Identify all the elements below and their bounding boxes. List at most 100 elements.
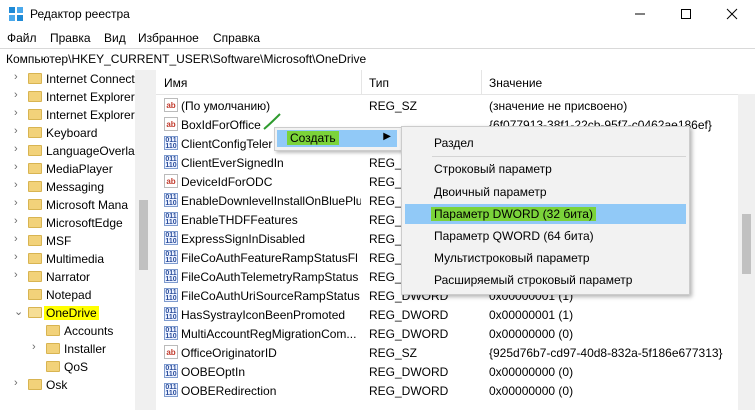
tree-item[interactable]: › Internet Connect xyxy=(0,70,135,88)
binary-value-icon: 011 110 xyxy=(164,383,178,397)
list-scrollbar-thumb[interactable] xyxy=(742,214,751,274)
collapsed-chevron-icon[interactable]: › xyxy=(14,251,18,263)
value-row[interactable]: ab (По умолчанию) REG_SZ (значение не присв… xyxy=(156,96,755,115)
column-divider[interactable] xyxy=(481,70,482,94)
minimize-button[interactable] xyxy=(617,0,663,28)
submenu-item[interactable]: Раздел xyxy=(405,133,686,153)
menu-file[interactable]: Файл xyxy=(7,31,37,45)
value-row[interactable]: 011 110 OOBEOptIn REG_DWORD 0x00000000 (0) xyxy=(156,362,755,381)
collapsed-chevron-icon[interactable]: › xyxy=(14,377,18,389)
collapsed-chevron-icon[interactable]: › xyxy=(14,161,18,173)
submenu-item[interactable]: Расширяемый строковый параметр xyxy=(405,270,686,290)
key-tree[interactable]: › Internet Connect › Internet Explorer › Inte… xyxy=(0,70,150,410)
list-header: Имя Тип Значение xyxy=(156,70,755,95)
collapsed-chevron-icon[interactable]: › xyxy=(14,197,18,209)
tree-item[interactable]: › Microsoft Mana xyxy=(0,196,135,214)
binary-value-icon: 011 110 xyxy=(164,212,178,226)
collapsed-chevron-icon[interactable]: › xyxy=(14,125,18,137)
column-name[interactable]: Имя xyxy=(164,76,187,90)
tree-item[interactable]: › LanguageOverla xyxy=(0,142,135,160)
tree-item[interactable]: › Narrator xyxy=(0,268,135,286)
tree-item[interactable]: QoS xyxy=(0,358,135,376)
collapsed-chevron-icon[interactable]: › xyxy=(14,215,18,227)
tree-item[interactable]: › MediaPlayer xyxy=(0,160,135,178)
binary-value-icon: 011 110 xyxy=(164,136,178,150)
string-value-icon: ab xyxy=(164,345,178,359)
value-name: FileCoAuthTelemetryRampStatus xyxy=(181,270,359,284)
value-row[interactable]: ab OfficeOriginatorID REG_SZ {925d76b7-cd97… xyxy=(156,343,755,362)
tree-item-label: MSF xyxy=(46,234,72,248)
menu-view[interactable]: Вид xyxy=(104,31,126,45)
create-submenu: Раздел Строковый параметр Двоичный парамет… xyxy=(401,126,690,295)
tree-item[interactable]: › Internet Explorer xyxy=(0,106,135,124)
submenu-item[interactable]: Двоичный параметр xyxy=(405,182,686,202)
tree-item[interactable]: Notepad xyxy=(0,286,135,304)
collapsed-chevron-icon[interactable]: › xyxy=(14,269,18,281)
column-value[interactable]: Значение xyxy=(489,76,542,90)
folder-icon xyxy=(28,91,42,102)
collapsed-chevron-icon[interactable]: › xyxy=(32,341,36,353)
menu-bar: Файл Правка Вид Избранное Справка xyxy=(0,28,755,48)
value-type: REG_SZ xyxy=(369,346,418,360)
tree-item[interactable]: › MSF xyxy=(0,232,135,250)
address-path[interactable]: Компьютер\HKEY_CURRENT_USER\Software\Mic… xyxy=(6,52,366,66)
value-row[interactable]: 011 110 MultiAccountRegMigrationCom... REG… xyxy=(156,324,755,343)
tree-scrollbar[interactable] xyxy=(135,70,152,410)
folder-icon xyxy=(46,343,60,354)
binary-value-icon: 011 110 xyxy=(164,231,178,245)
collapsed-chevron-icon[interactable]: › xyxy=(14,233,18,245)
collapsed-chevron-icon[interactable]: › xyxy=(14,143,18,155)
folder-icon xyxy=(28,73,42,84)
string-value-icon: ab xyxy=(164,174,178,188)
tree-item[interactable]: › Osk xyxy=(0,376,135,394)
tree-item[interactable]: › Internet Explorer xyxy=(0,88,135,106)
binary-value-icon: 011 110 xyxy=(164,155,178,169)
submenu-item[interactable]: Параметр DWORD (32 бита) xyxy=(405,204,686,224)
tree-item[interactable]: ⌄ OneDrive xyxy=(0,304,135,322)
address-bar[interactable]: Компьютер\HKEY_CURRENT_USER\Software\Mic… xyxy=(0,48,755,71)
tree-item-label: Messaging xyxy=(46,180,105,194)
title-bar: Редактор реестра xyxy=(0,0,755,28)
list-scrollbar[interactable] xyxy=(738,94,755,410)
menu-item-create[interactable]: Создать ▶ xyxy=(277,130,397,147)
column-divider[interactable] xyxy=(361,70,362,94)
tree-item[interactable]: Accounts xyxy=(0,322,135,340)
tree-item[interactable]: › Multimedia xyxy=(0,250,135,268)
tree-item-label: Narrator xyxy=(46,270,91,284)
folder-icon xyxy=(28,109,42,120)
value-row[interactable]: 011 110 HasSystrayIconBeenPromoted REG_DWO… xyxy=(156,305,755,324)
tree-item[interactable]: › Messaging xyxy=(0,178,135,196)
tree-item[interactable]: › Installer xyxy=(0,340,135,358)
collapsed-chevron-icon[interactable]: › xyxy=(14,71,18,83)
expanded-chevron-icon[interactable]: ⌄ xyxy=(14,305,23,318)
submenu-item[interactable]: Параметр QWORD (64 бита) xyxy=(405,226,686,246)
collapsed-chevron-icon[interactable]: › xyxy=(14,107,18,119)
collapsed-chevron-icon[interactable]: › xyxy=(14,179,18,191)
folder-icon xyxy=(28,289,42,300)
submenu-item[interactable]: Строковый параметр xyxy=(405,159,686,179)
tree-item[interactable]: › MicrosoftEdge xyxy=(0,214,135,232)
tree-item-label: OneDrive xyxy=(44,306,99,320)
submenu-item-label: Расширяемый строковый параметр xyxy=(434,273,633,287)
tree-item[interactable]: › Keyboard xyxy=(0,124,135,142)
value-name: FileCoAuthFeatureRampStatusFl xyxy=(181,251,358,265)
menu-edit[interactable]: Правка xyxy=(50,31,91,45)
menu-favorites[interactable]: Избранное xyxy=(138,31,199,45)
column-type[interactable]: Тип xyxy=(369,76,389,90)
maximize-button[interactable] xyxy=(663,0,709,28)
string-value-icon: ab xyxy=(164,117,178,131)
close-button[interactable] xyxy=(709,0,755,28)
menu-help[interactable]: Справка xyxy=(213,31,260,45)
tree-item-label: LanguageOverla xyxy=(46,144,135,158)
folder-icon xyxy=(28,181,42,192)
value-row[interactable]: 011 110 OOBERedirection REG_DWORD 0x0000000… xyxy=(156,381,755,400)
submenu-item[interactable]: Мультистроковый параметр xyxy=(405,248,686,268)
value-name: OOBEOptIn xyxy=(181,365,246,379)
binary-value-icon: 011 110 xyxy=(164,269,178,283)
registry-editor-icon xyxy=(9,7,23,21)
submenu-item-label: Параметр DWORD (32 бита) xyxy=(431,207,596,221)
tree-scrollbar-thumb[interactable] xyxy=(139,200,148,270)
collapsed-chevron-icon[interactable]: › xyxy=(14,89,18,101)
binary-value-icon: 011 110 xyxy=(164,288,178,302)
value-type: REG_SZ xyxy=(369,99,418,113)
